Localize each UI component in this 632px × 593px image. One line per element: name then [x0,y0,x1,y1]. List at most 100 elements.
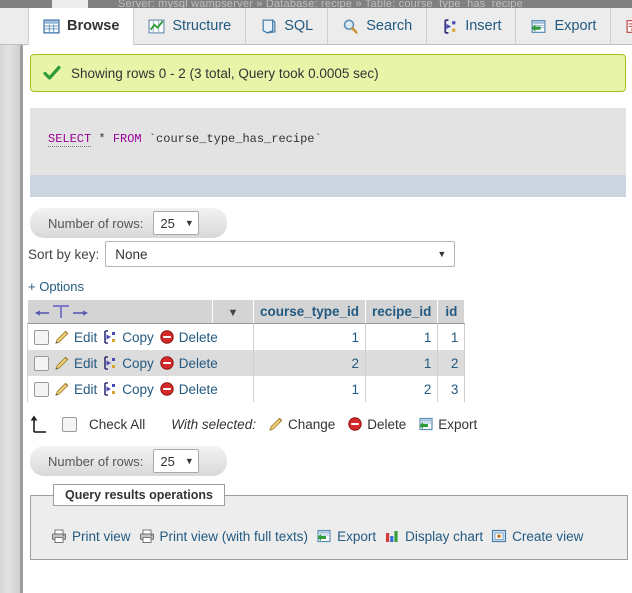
sql-keyword-select: SELECT [48,132,92,147]
rows-per-page-label-bottom: Number of rows: [48,453,144,469]
with-selected-delete-link[interactable]: Delete [347,416,406,432]
cell-recipe-id: 1 [365,323,439,350]
insert-icon [444,18,456,34]
chevron-down-icon: ▼ [184,455,194,466]
pencil-icon [55,356,69,370]
row-copy-link[interactable]: Copy [102,329,154,345]
rows-per-page-value-bottom: 25 [160,453,175,469]
sort-by-key-control: Sort by key: None ▼ [28,241,456,267]
tab-structure[interactable]: Structure [134,8,247,44]
display-chart-link[interactable]: Display chart [384,528,483,544]
delete-icon [160,330,174,344]
options-toggle-link[interactable]: + Options [28,279,84,294]
tab-insert[interactable]: Insert [427,8,517,44]
chevron-down-icon: ▼ [437,248,447,259]
export-icon [419,417,433,431]
rows-per-page-select-top[interactable]: 25 ▼ [153,211,199,235]
row-copy-label: Copy [122,381,154,397]
sql-icon [262,18,276,34]
export-icon [531,19,546,33]
column-header-recipe-id[interactable]: recipe_id [365,299,439,324]
tab-structure-label: Structure [172,17,232,34]
with-selected-label: With selected: [171,416,256,432]
delete-icon [160,382,174,396]
browse-icon [43,18,60,34]
row-delete-link[interactable]: Delete [159,381,218,397]
with-selected-export-link[interactable]: Export [418,416,477,432]
row-copy-label: Copy [122,355,154,371]
printer-icon [52,529,66,543]
print-view-full-texts-link[interactable]: Print view (with full texts) [139,528,309,544]
row-actions-cell: Edit Copy Delete [27,350,254,376]
cell-recipe-id: 2 [365,376,439,402]
rows-per-page-control-bottom: Number of rows: 25 ▼ [30,446,227,476]
sort-by-key-select[interactable]: None ▼ [105,241,456,267]
copy-icon [104,330,116,344]
row-copy-label: Copy [122,329,154,345]
cell-course-type-id: 1 [252,323,367,350]
table-row: Edit Copy [27,323,466,350]
query-results-operations-legend: Query results operations [53,484,225,506]
row-edit-link[interactable]: Edit [54,381,97,397]
check-all-label[interactable]: Check All [89,417,145,432]
row-actions-cell: Edit Copy Delete [27,376,254,402]
import-icon [626,19,632,33]
breadcrumb-tab-hint [52,0,88,8]
table-header-row: ▼ course_type_id recipe_id id [27,299,466,324]
row-copy-link[interactable]: Copy [102,381,154,397]
sql-query-footer-bar [30,175,626,197]
print-view-link[interactable]: Print view [51,528,131,544]
sql-query-box[interactable]: SELECT * FROM `course_type_has_recipe` [30,108,626,175]
pencil-icon [55,330,69,344]
row-edit-link[interactable]: Edit [54,329,97,345]
row-delete-label: Delete [178,355,218,371]
column-header-course-type-id[interactable]: course_type_id [252,299,367,324]
cell-recipe-id: 1 [365,350,439,376]
row-delete-label: Delete [178,329,218,345]
row-delete-link[interactable]: Delete [159,355,218,371]
pencil-icon [269,417,283,431]
row-copy-link[interactable]: Copy [102,355,154,371]
tab-sql-label: SQL [284,17,314,34]
breadcrumb: Server: mysql wampserver » Database: rec… [0,0,632,8]
status-message-text: Showing rows 0 - 2 (3 total, Query took … [71,65,379,81]
table-tab-bar: Browse Structure SQL Search Insert Expor… [0,8,632,45]
row-select-checkbox[interactable] [34,329,49,345]
with-selected-change-label: Change [287,416,336,432]
tab-export[interactable]: Export [516,8,612,44]
tab-import[interactable]: Import [611,8,632,44]
with-selected-bar: Check All With selected: Change Delete E… [28,413,588,435]
breadcrumb-text: Server: mysql wampserver » Database: rec… [118,0,523,8]
tab-search[interactable]: Search [328,8,428,44]
check-all-checkbox[interactable] [62,416,77,432]
table-sort-header[interactable]: ▼ [212,299,254,324]
tab-search-label: Search [366,17,413,34]
table-nav-header [27,299,213,324]
with-selected-export-label: Export [438,416,478,432]
row-edit-label: Edit [74,381,98,397]
export-link[interactable]: Export [316,528,376,544]
rows-per-page-select-bottom[interactable]: 25 ▼ [153,449,199,473]
cell-course-type-id: 1 [252,376,367,402]
row-edit-link[interactable]: Edit [54,355,97,371]
tab-browse-label: Browse [67,17,120,34]
structure-icon [148,19,165,33]
delete-icon [160,356,174,370]
column-header-id[interactable]: id [437,299,466,324]
row-delete-link[interactable]: Delete [159,329,218,345]
tab-sql[interactable]: SQL [246,8,329,44]
cell-id: 2 [437,350,466,376]
row-select-checkbox[interactable] [34,355,49,371]
print-view-full-texts-label: Print view (with full texts) [159,528,309,544]
search-icon [344,19,358,34]
rows-per-page-control-top: Number of rows: 25 ▼ [30,208,227,238]
sql-keyword-from: FROM [112,132,142,146]
with-selected-change-link[interactable]: Change [268,416,335,432]
transpose-nav-icon[interactable] [34,304,206,319]
create-view-link[interactable]: Create view [491,528,583,544]
row-select-checkbox[interactable] [34,381,49,397]
tab-browse[interactable]: Browse [28,8,135,45]
export-icon [317,529,331,543]
with-selected-delete-label: Delete [367,416,407,432]
status-message-bar: Showing rows 0 - 2 (3 total, Query took … [30,54,626,92]
